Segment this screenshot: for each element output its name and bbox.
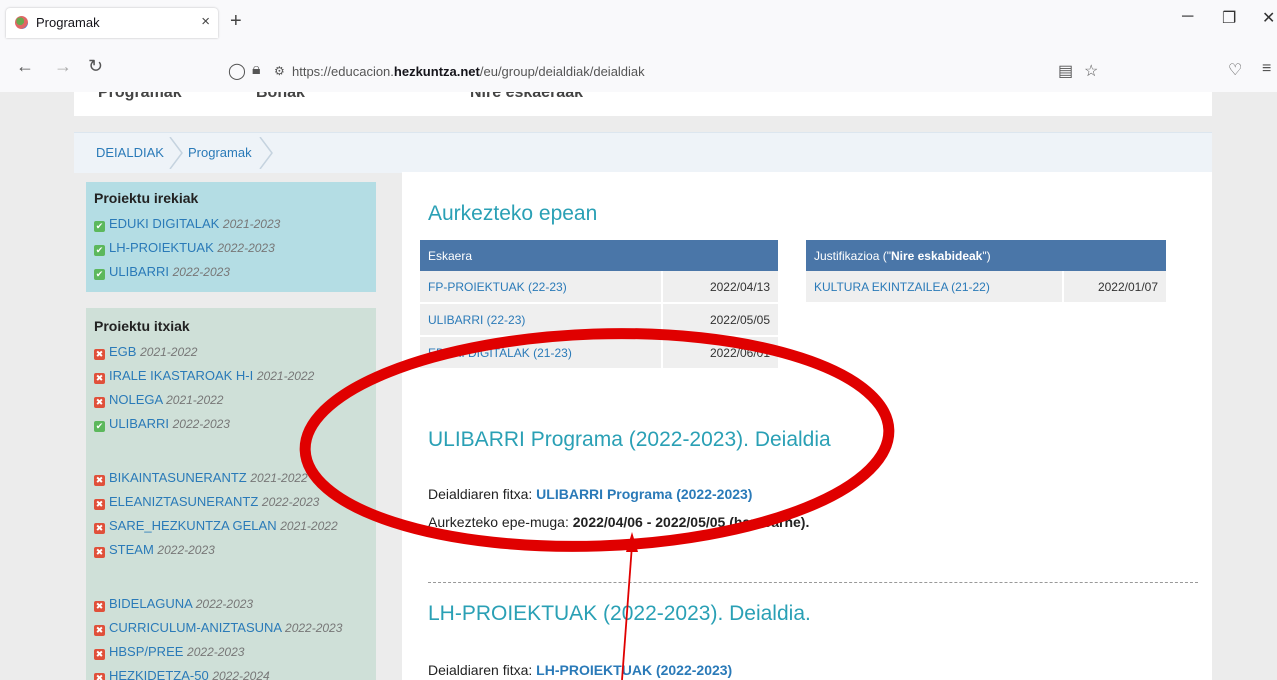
section-divider bbox=[428, 582, 1198, 583]
closed-project-item[interactable]: ✖ BIDELAGUNA 2022-2023 bbox=[94, 596, 253, 612]
forward-icon[interactable]: → bbox=[54, 56, 72, 77]
menu-icon[interactable]: ≡ bbox=[1262, 60, 1271, 78]
reader-view-icon[interactable]: ▤ bbox=[1058, 61, 1073, 81]
closed-project-item[interactable]: ✖ STEAM 2022-2023 bbox=[94, 542, 215, 558]
open-project-item[interactable]: ✔ ULIBARRI 2022-2023 bbox=[94, 264, 230, 280]
open-projects-panel: Proiektu irekiak ✔ EDUKI DIGITALAK 2021-2… bbox=[86, 182, 376, 292]
top-menu-nire[interactable]: Nire eskaeraak bbox=[470, 92, 583, 102]
reload-icon[interactable]: ↻ bbox=[88, 56, 103, 77]
top-menu: Programak Bonak Nire eskaeraak bbox=[74, 92, 1212, 116]
call-sheet-link[interactable]: LH-PROIEKTUAK (2022-2023) bbox=[536, 662, 732, 678]
url-bar[interactable]: ◯ 🔒︎ ⚙ https://educacion.hezkuntza.net/e… bbox=[226, 58, 1106, 88]
close-tab-icon[interactable]: × bbox=[201, 13, 210, 30]
favicon-icon bbox=[15, 16, 28, 29]
call-title-ulibarri: ULIBARRI Programa (2022-2023). Deialdia bbox=[428, 428, 831, 451]
closed-project-item[interactable]: ✖ SARE_HEZKUNTZA GELAN 2021-2022 bbox=[94, 518, 338, 534]
open-projects-title: Proiektu irekiak bbox=[94, 190, 199, 206]
closed-project-item[interactable]: ✖ HEZKIDETZA-50 2022-2024 bbox=[94, 668, 270, 680]
restore-icon[interactable]: ❐ bbox=[1222, 8, 1236, 28]
check-icon: ✔ bbox=[94, 421, 105, 432]
tab-strip: Programak × + ─ ❐ ✕ bbox=[0, 0, 1277, 40]
web-page: Programak Bonak Nire eskaeraak DEIALDIAK… bbox=[0, 92, 1277, 680]
cross-icon: ✖ bbox=[94, 349, 105, 360]
cross-icon: ✖ bbox=[94, 523, 105, 534]
url-text[interactable]: https://educacion.hezkuntza.net/eu/group… bbox=[292, 64, 645, 79]
breadcrumb-programak[interactable]: Programak bbox=[188, 145, 252, 160]
bookmark-star-icon[interactable]: ☆ bbox=[1084, 61, 1098, 81]
closed-project-item[interactable]: ✖ HBSP/PREE 2022-2023 bbox=[94, 644, 244, 660]
open-project-item[interactable]: ✔ EDUKI DIGITALAK 2021-2023 bbox=[94, 216, 280, 232]
table-cell-date: 2022/01/07 bbox=[1062, 271, 1166, 304]
call-sheet-line: Deialdiaren fitxa: ULIBARRI Programa (20… bbox=[428, 486, 753, 502]
browser-tab[interactable]: Programak × bbox=[6, 8, 218, 38]
cross-icon: ✖ bbox=[94, 649, 105, 660]
table-row: ULIBARRI (22-23) 2022/05/05 bbox=[420, 303, 778, 337]
table-cell-link[interactable]: ULIBARRI (22-23) bbox=[420, 303, 663, 337]
justification-table-header: Justifikazioa ("Nire eskabideak") bbox=[806, 240, 1166, 271]
call-sheet-link[interactable]: ULIBARRI Programa (2022-2023) bbox=[536, 486, 752, 502]
pocket-icon[interactable]: ♡ bbox=[1228, 60, 1242, 80]
deadline-line: Aurkezteko epe-muga: 2022/04/06 - 2022/0… bbox=[428, 514, 810, 530]
check-icon: ✔ bbox=[94, 221, 105, 232]
tab-title: Programak bbox=[36, 15, 100, 30]
closed-project-item[interactable]: ✖ CURRICULUM-ANIZTASUNA 2022-2023 bbox=[94, 620, 342, 636]
cross-icon: ✖ bbox=[94, 397, 105, 408]
table-cell-link[interactable]: EDUKI DIGITALAK (21-23) bbox=[420, 336, 663, 370]
call-title-lh: LH-PROIEKTUAK (2022-2023). Deialdia. bbox=[428, 602, 811, 625]
deadline-value: 2022/04/06 - 2022/05/05 (hau barne). bbox=[572, 514, 810, 530]
cross-icon: ✖ bbox=[94, 499, 105, 510]
applications-table: Eskaera FP-PROIEKTUAK (22-23) 2022/04/13 … bbox=[420, 240, 778, 370]
top-menu-programak[interactable]: Programak bbox=[98, 92, 182, 102]
top-menu-bonak[interactable]: Bonak bbox=[256, 92, 305, 102]
applications-table-header: Eskaera bbox=[420, 240, 778, 271]
closed-project-item[interactable]: ✔ ULIBARRI 2022-2023 bbox=[94, 416, 230, 432]
shield-icon[interactable]: ◯ bbox=[228, 61, 246, 81]
permissions-icon[interactable]: ⚙ bbox=[274, 64, 285, 78]
main-content: Aurkezteko epean Eskaera FP-PROIEKTUAK (… bbox=[402, 172, 1212, 680]
cross-icon: ✖ bbox=[94, 475, 105, 486]
closed-projects-title: Proiektu itxiak bbox=[94, 318, 190, 334]
breadcrumb-separator-icon bbox=[259, 137, 273, 169]
minimize-icon[interactable]: ─ bbox=[1182, 8, 1193, 26]
cross-icon: ✖ bbox=[94, 625, 105, 636]
table-cell-date: 2022/06/01 bbox=[661, 336, 778, 370]
breadcrumb: DEIALDIAK Programak bbox=[74, 132, 1212, 173]
close-window-icon[interactable]: ✕ bbox=[1262, 8, 1275, 28]
cross-icon: ✖ bbox=[94, 673, 105, 680]
back-icon[interactable]: ← bbox=[16, 56, 34, 77]
table-cell-date: 2022/04/13 bbox=[661, 271, 778, 304]
breadcrumb-separator-icon bbox=[169, 137, 183, 169]
closed-project-item[interactable]: ✖ BIKAINTASUNERANTZ 2021-2022 bbox=[94, 470, 308, 486]
open-project-item[interactable]: ✔ LH-PROIEKTUAK 2022-2023 bbox=[94, 240, 275, 256]
section-title: Aurkezteko epean bbox=[428, 202, 598, 225]
closed-projects-panel: Proiektu itxiak ✖ EGB 2021-2022 ✖ IRALE IK… bbox=[86, 308, 376, 680]
closed-project-item[interactable]: ✖ EGB 2021-2022 bbox=[94, 344, 197, 360]
cross-icon: ✖ bbox=[94, 547, 105, 558]
cross-icon: ✖ bbox=[94, 601, 105, 612]
closed-project-item[interactable]: ✖ IRALE IKASTAROAK H-I 2021-2022 bbox=[94, 368, 314, 384]
check-icon: ✔ bbox=[94, 269, 105, 280]
closed-project-item[interactable]: ✖ ELEANIZTASUNERANTZ 2022-2023 bbox=[94, 494, 319, 510]
breadcrumb-deialdiak[interactable]: DEIALDIAK bbox=[96, 145, 164, 160]
check-icon: ✔ bbox=[94, 245, 105, 256]
table-row: KULTURA EKINTZAILEA (21-22) 2022/01/07 bbox=[806, 271, 1166, 304]
closed-project-item[interactable]: ✖ NOLEGA 2021-2022 bbox=[94, 392, 223, 408]
table-cell-link[interactable]: FP-PROIEKTUAK (22-23) bbox=[420, 271, 663, 304]
lock-icon[interactable]: 🔒︎ bbox=[252, 61, 261, 79]
justification-table: Justifikazioa ("Nire eskabideak") KULTUR… bbox=[806, 240, 1166, 304]
table-row: FP-PROIEKTUAK (22-23) 2022/04/13 bbox=[420, 271, 778, 304]
table-cell-link[interactable]: KULTURA EKINTZAILEA (21-22) bbox=[806, 271, 1064, 304]
cross-icon: ✖ bbox=[94, 373, 105, 384]
call-sheet-line: Deialdiaren fitxa: LH-PROIEKTUAK (2022-2… bbox=[428, 662, 733, 678]
table-row: EDUKI DIGITALAK (21-23) 2022/06/01 bbox=[420, 336, 778, 370]
table-cell-date: 2022/05/05 bbox=[661, 303, 778, 337]
new-tab-button[interactable]: + bbox=[230, 10, 242, 33]
